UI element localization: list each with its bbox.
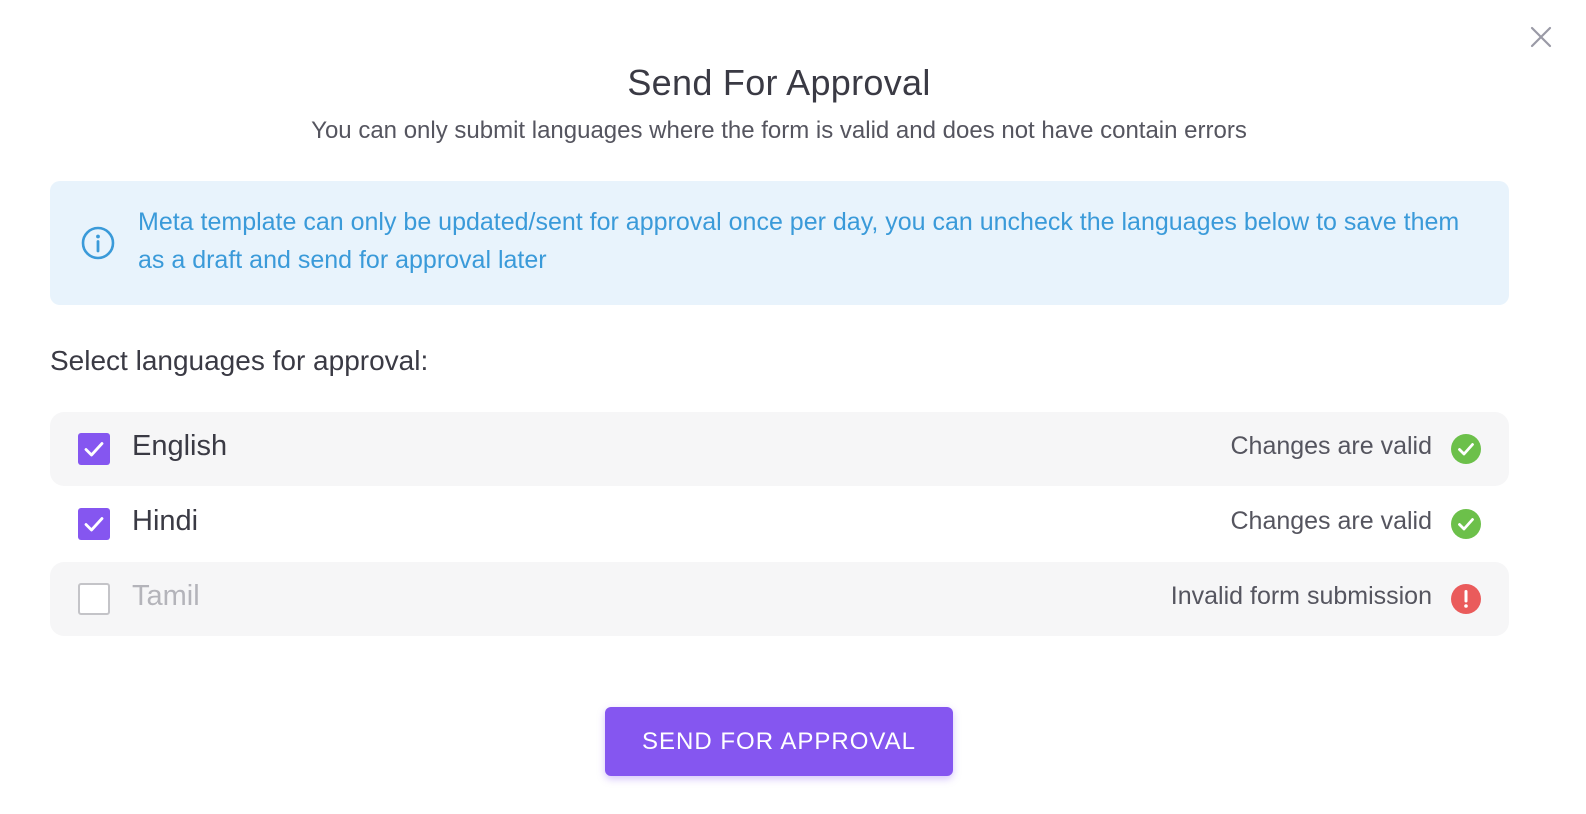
send-for-approval-button[interactable]: SEND FOR APPROVAL xyxy=(605,707,953,776)
close-icon xyxy=(1530,26,1552,48)
dialog-subtitle: You can only submit languages where the … xyxy=(311,117,1247,144)
language-row-tamil: Tamil Invalid form submission xyxy=(50,562,1509,636)
status-text: Invalid form submission xyxy=(1170,582,1432,610)
send-for-approval-dialog: Send For Approval You can only submit la… xyxy=(0,0,1586,814)
language-name: English xyxy=(132,430,228,462)
hindi-checkbox[interactable] xyxy=(78,508,110,540)
dialog-title: Send For Approval xyxy=(627,62,931,103)
info-banner: Meta template can only be updated/sent f… xyxy=(50,181,1509,305)
error-circle-icon xyxy=(1451,584,1481,614)
checkmark-icon xyxy=(84,517,104,532)
info-icon xyxy=(81,226,115,260)
english-checkbox[interactable] xyxy=(78,433,110,465)
close-button[interactable] xyxy=(1526,22,1556,52)
language-name: Tamil xyxy=(132,580,200,612)
status-text: Changes are valid xyxy=(1230,432,1432,460)
checkmark-icon xyxy=(84,442,104,457)
language-row-english: English Changes are valid xyxy=(50,412,1509,486)
status-text: Changes are valid xyxy=(1230,507,1432,535)
check-circle-icon xyxy=(1451,509,1481,539)
language-row-hindi: Hindi Changes are valid xyxy=(50,487,1509,561)
language-name: Hindi xyxy=(132,505,199,537)
languages-section-label: Select languages for approval: xyxy=(50,345,429,376)
tamil-checkbox[interactable] xyxy=(78,583,110,615)
check-circle-icon xyxy=(1451,434,1481,464)
info-banner-text: Meta template can only be updated/sent f… xyxy=(138,208,1460,274)
